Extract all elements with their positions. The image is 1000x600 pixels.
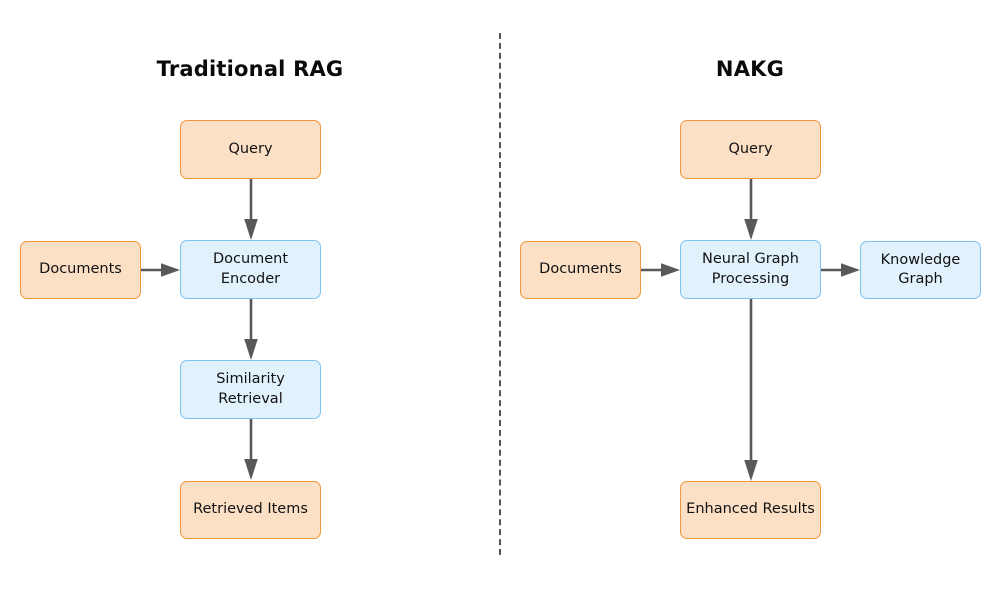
node-label-line2: Encoder (220, 270, 281, 287)
node-nakg-neural-graph-processing[interactable]: Neural Graph Processing (680, 240, 821, 299)
arrow-similarity-retrieval-to-retrieved-items (243, 419, 259, 481)
node-traditional-similarity-retrieval[interactable]: Similarity Retrieval (180, 360, 321, 419)
arrow-neural-graph-processing-to-knowledge-graph (821, 262, 861, 278)
diagram-canvas: Traditional RAG NAKG Query Documents Doc… (0, 0, 1000, 600)
node-label: Query (728, 140, 773, 157)
node-label-line1: Knowledge (880, 251, 961, 268)
node-traditional-query[interactable]: Query (180, 120, 321, 179)
node-label: Retrieved Items (193, 501, 308, 518)
arrow-query-to-document-encoder (243, 179, 259, 241)
panel-title-nakg: NAKG (715, 57, 785, 81)
node-label-line1: Neural Graph (702, 251, 799, 268)
arrow-document-encoder-to-similarity-retrieval (243, 299, 259, 361)
node-nakg-documents[interactable]: Documents (520, 241, 641, 299)
node-label-line2: Processing (711, 270, 790, 287)
arrow-nakg-documents-to-neural-graph-processing (641, 262, 681, 278)
panel-title-traditional-rag: Traditional RAG (156, 57, 344, 81)
node-traditional-document-encoder[interactable]: Document Encoder (180, 240, 321, 299)
node-label-line1: Document (212, 251, 289, 268)
vertical-dashed-divider (499, 33, 501, 555)
arrow-documents-to-document-encoder (141, 262, 181, 278)
node-label-line2: Retrieval (218, 390, 283, 407)
node-label: Documents (539, 261, 622, 278)
node-traditional-documents[interactable]: Documents (20, 241, 141, 299)
node-label: Query (228, 140, 273, 157)
node-traditional-retrieved-items[interactable]: Retrieved Items (180, 481, 321, 539)
arrow-nakg-query-to-neural-graph-processing (743, 179, 759, 241)
node-label-line1: Similarity (216, 371, 285, 388)
node-nakg-enhanced-results[interactable]: Enhanced Results (680, 481, 821, 539)
node-label: Enhanced Results (686, 501, 815, 518)
node-nakg-query[interactable]: Query (680, 120, 821, 179)
node-label: Documents (39, 261, 122, 278)
node-nakg-knowledge-graph[interactable]: Knowledge Graph (860, 241, 981, 299)
arrow-neural-graph-processing-to-enhanced-results (743, 299, 759, 482)
node-label-line2: Graph (898, 271, 943, 287)
